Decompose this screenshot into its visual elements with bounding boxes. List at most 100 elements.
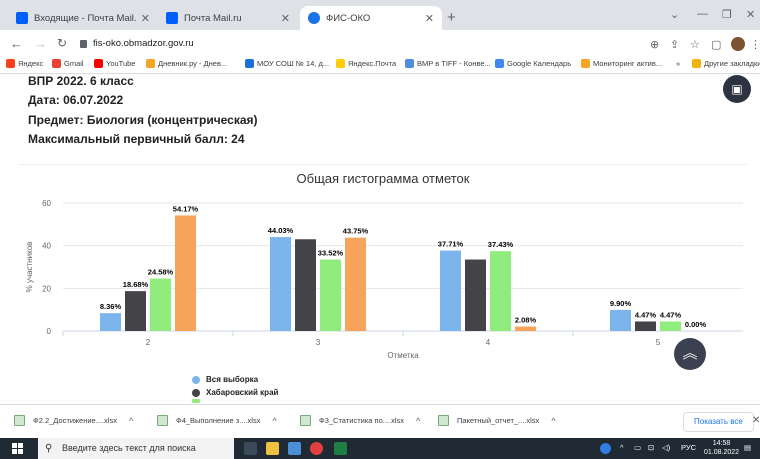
legend-item-all[interactable]: Вся выборка	[192, 373, 278, 386]
x-tick-label: 5	[656, 338, 661, 347]
folder-icon	[692, 59, 701, 68]
new-tab-button[interactable]: +	[447, 9, 456, 26]
file-explorer-icon[interactable]	[266, 442, 279, 455]
data-label: 9.90%	[610, 299, 632, 308]
taskbar-search[interactable]: ⚲ Введите здесь текст для поиска	[38, 438, 234, 459]
bar	[125, 291, 146, 331]
chevron-up-icon[interactable]: ^	[551, 416, 555, 426]
network-icon[interactable]: ⊡	[648, 443, 654, 452]
data-label: 37.71%	[438, 240, 464, 249]
close-downloads-icon[interactable]: ✕	[752, 415, 760, 426]
chevron-up-icon[interactable]: ^	[129, 416, 133, 426]
chevron-up-icon[interactable]: ^	[272, 416, 276, 426]
back-icon[interactable]: ←	[10, 36, 23, 51]
bookmark-youtube[interactable]: YouTube	[94, 59, 135, 68]
legend-dot-icon	[192, 388, 200, 397]
download-item[interactable]: Ф4_Выполнение з....xlsx ^	[157, 415, 277, 426]
data-label: 4.47%	[660, 310, 682, 319]
data-label: 54.17%	[173, 204, 199, 213]
excel-file-icon	[14, 415, 25, 426]
menu-icon[interactable]: ⋮	[750, 38, 760, 51]
volume-icon[interactable]: ◁)	[662, 443, 670, 452]
x-tick-label: 3	[316, 338, 321, 347]
y-axis-title: % участников	[25, 242, 34, 293]
close-tab-icon[interactable]: ✕	[281, 12, 290, 25]
x-tick-label: 2	[146, 338, 151, 347]
minimize-icon[interactable]: —	[697, 8, 708, 20]
close-tab-icon[interactable]: ✕	[141, 12, 150, 25]
tab-strip: Входящие - Почта Mail.ru ✕ Почта Mail.ru…	[0, 0, 760, 30]
profile-avatar[interactable]	[731, 37, 745, 51]
youtube-icon	[94, 59, 103, 68]
histogram-card: Общая гистограмма отметок 0 20 40 60% участ…	[18, 164, 748, 404]
save-button[interactable]: ▣	[723, 75, 751, 103]
chevron-up-icon[interactable]: ^	[416, 416, 420, 426]
bar	[345, 237, 366, 331]
bookmark-google-calendar[interactable]: Google Календарь	[495, 59, 571, 68]
bookmarks-overflow[interactable]: »	[676, 59, 680, 68]
y-tick-label: 40	[42, 242, 51, 251]
data-label: 2.08%	[515, 316, 537, 325]
battery-icon[interactable]: ▭	[634, 443, 641, 452]
bookmark-school[interactable]: МОУ СОШ № 14, д...	[245, 59, 329, 68]
school-icon	[245, 59, 254, 68]
taskbar-clock[interactable]: 14:58 01.08.2022	[704, 439, 739, 457]
forward-icon[interactable]: →	[34, 36, 47, 51]
bookmark-star-icon[interactable]: ☆	[690, 38, 700, 51]
downloads-bar: Ф2.2_Достижение....xlsx ^ Ф4_Выполнение …	[0, 404, 760, 438]
notifications-icon[interactable]: ▤	[744, 443, 751, 452]
side-panel-icon[interactable]: ▢	[711, 38, 721, 51]
save-icon: ▣	[731, 82, 743, 96]
download-item[interactable]: Ф3_Статистика по....xlsx ^	[300, 415, 420, 426]
bookmark-dnevnik[interactable]: Дневник.ру - Днев...	[146, 59, 227, 68]
bookmark-yandex[interactable]: Яндекс	[6, 59, 43, 68]
bookmark-bmp-tiff[interactable]: BMP в TIFF - Конве...	[405, 59, 491, 68]
bookmark-other[interactable]: Другие закладки	[692, 59, 760, 68]
bar	[270, 237, 291, 331]
bookmark-yandex-mail[interactable]: Яндекс.Почта	[336, 59, 396, 68]
calendar-icon	[495, 59, 504, 68]
weather-icon[interactable]	[600, 443, 611, 454]
legend-item-partial[interactable]	[192, 399, 278, 403]
tray-expand-icon[interactable]: ^	[620, 443, 624, 452]
excel-icon[interactable]	[334, 442, 347, 455]
y-tick-label: 20	[42, 284, 51, 293]
download-item[interactable]: Пакетный_отчет_....xlsx ^	[438, 415, 556, 426]
task-view-icon[interactable]	[244, 442, 257, 455]
address-bar[interactable]: fis-oko.obmadzor.gov.ru	[93, 38, 194, 49]
close-window-icon[interactable]: ✕	[746, 8, 755, 21]
excel-file-icon	[300, 415, 311, 426]
reload-icon[interactable]: ↻	[57, 36, 67, 50]
converter-icon	[405, 59, 414, 68]
tab-mail-inbox[interactable]: Входящие - Почта Mail.ru ✕	[8, 6, 158, 30]
windows-start-icon[interactable]	[12, 443, 24, 455]
tab-mail[interactable]: Почта Mail.ru ✕	[158, 6, 298, 30]
histogram-chart: 0204060% участников28.36%18.68%24.58%54.…	[25, 199, 743, 360]
restore-icon[interactable]: ❐	[722, 8, 732, 21]
data-label: 44.03%	[268, 226, 294, 235]
bar	[465, 259, 486, 331]
exam-date: Дата: 06.07.2022	[28, 93, 124, 107]
zoom-icon[interactable]: ⊕	[650, 38, 659, 51]
scroll-to-top-button[interactable]: ︽	[674, 338, 706, 370]
bar	[610, 309, 631, 331]
data-label: 4.47%	[635, 310, 657, 319]
lock-icon[interactable]	[80, 40, 87, 48]
close-tab-icon[interactable]: ✕	[425, 12, 434, 25]
exam-subject: Предмет: Биология (концентрическая)	[28, 113, 258, 127]
bar	[635, 321, 656, 331]
tab-search-icon[interactable]: ⌄	[670, 8, 679, 21]
chrome-icon[interactable]	[310, 442, 323, 455]
bookmark-gmail[interactable]: Gmail	[52, 59, 84, 68]
y-tick-label: 60	[42, 199, 51, 208]
exam-max-score: Максимальный первичный балл: 24	[28, 132, 245, 146]
share-icon[interactable]: ⇪	[670, 38, 679, 51]
show-all-downloads-button[interactable]: Показать все	[683, 412, 754, 432]
mail-app-icon[interactable]	[288, 442, 301, 455]
download-item[interactable]: Ф2.2_Достижение....xlsx ^	[14, 415, 133, 426]
bookmarks-bar: Яндекс Gmail YouTube Дневник.ру - Днев..…	[0, 58, 760, 74]
tab-fis-oko[interactable]: ФИС-ОКО ✕	[300, 6, 442, 30]
legend-item-region[interactable]: Хабаровский край	[192, 386, 278, 399]
bookmark-monitoring[interactable]: Мониторинг актив...	[581, 59, 662, 68]
language-indicator[interactable]: РУС	[681, 443, 696, 452]
